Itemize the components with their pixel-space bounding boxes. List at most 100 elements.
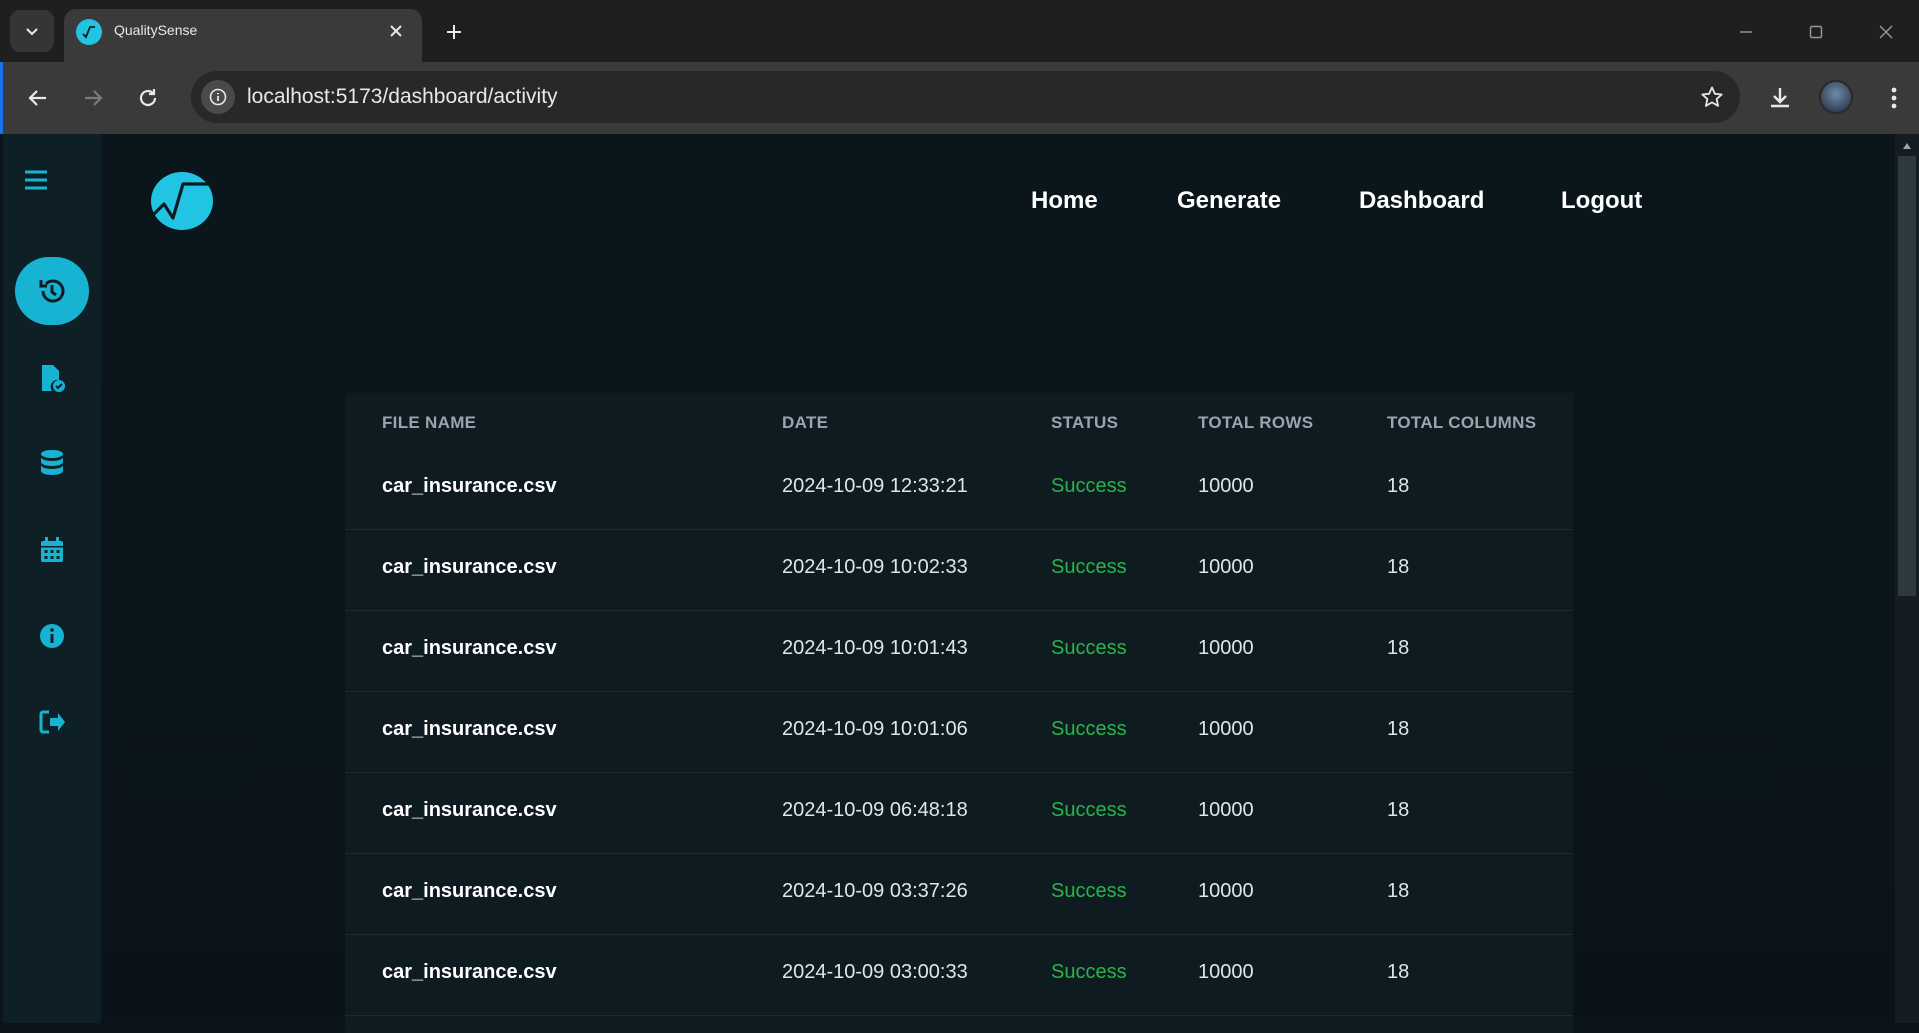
nav-logout-link[interactable]: Logout (1561, 187, 1642, 215)
sidebar-item-logout[interactable] (15, 688, 89, 756)
total-rows-cell: 10000 (1198, 718, 1254, 740)
info-icon (40, 624, 64, 648)
app-logo[interactable] (151, 172, 213, 230)
status-cell: Success (1051, 880, 1127, 902)
activity-table: FILE NAME DATE STATUS TOTAL ROWS TOTAL C… (345, 393, 1573, 1033)
browser-tab[interactable]: QualitySense (64, 9, 422, 62)
table-row[interactable]: car_insurance.csv 2024-10-09 12:33:21 Su… (345, 449, 1573, 530)
file-check-icon (42, 365, 65, 392)
browser-menu-button[interactable] (1874, 78, 1914, 118)
close-icon (1879, 25, 1893, 39)
new-tab-button[interactable] (436, 14, 472, 50)
date-cell: 2024-10-09 03:00:33 (782, 961, 968, 983)
table-row[interactable]: car_insurance.csv 2024-10-09 06:48:18 Su… (345, 773, 1573, 854)
status-cell: Success (1051, 475, 1127, 497)
total-rows-cell: 10000 (1198, 475, 1254, 497)
logo-pulse-icon (152, 182, 209, 220)
total-columns-cell: 18 (1387, 637, 1410, 659)
status-cell: Success (1051, 718, 1127, 740)
total-columns-cell: 18 (1387, 961, 1410, 983)
table-row[interactable]: car_insurance.csv 2024-10-09 10:01:06 Su… (345, 692, 1573, 773)
total-columns-cell: 18 (1387, 880, 1410, 902)
bookmark-star-icon[interactable] (1698, 83, 1726, 111)
total-columns-cell: 18 (1387, 475, 1410, 497)
table-row[interactable]: car_insurance.csv 2024-10-09 03:00:33 Su… (345, 935, 1573, 1016)
file-name-cell: car_insurance.csv (382, 718, 557, 740)
nav-generate-link[interactable]: Generate (1177, 187, 1281, 215)
file-name-cell: car_insurance.csv (382, 880, 557, 902)
minimize-button[interactable] (1724, 14, 1768, 50)
date-cell: 2024-10-09 10:01:06 (782, 718, 968, 740)
browser-tab-bar: QualitySense (0, 0, 1919, 62)
column-header-file-name: FILE NAME (382, 413, 477, 432)
scroll-up-arrow-icon[interactable] (1899, 138, 1915, 154)
minimize-icon (1740, 31, 1752, 33)
file-name-cell: car_insurance.csv (382, 961, 557, 983)
table-row[interactable]: car_insurance.csv 2024-10-09 10:01:43 Su… (345, 611, 1573, 692)
column-header-status: STATUS (1051, 413, 1119, 432)
column-header-date: DATE (782, 413, 829, 432)
tab-title: QualitySense (114, 22, 198, 38)
menu-icon (25, 170, 47, 190)
url-text[interactable]: localhost:5173/dashboard/activity (247, 85, 558, 109)
browser-toolbar: localhost:5173/dashboard/activity (0, 62, 1919, 134)
table-row[interactable]: car_insurance.csv 2024-10-09 10:02:33 Su… (345, 530, 1573, 611)
maximize-button[interactable] (1794, 14, 1838, 50)
nav-dashboard-link[interactable]: Dashboard (1359, 187, 1484, 215)
date-cell: 2024-10-09 10:02:33 (782, 556, 968, 578)
date-cell: 2024-10-09 03:37:26 (782, 880, 968, 902)
forward-button[interactable] (73, 78, 113, 118)
profile-avatar[interactable] (1819, 80, 1853, 114)
calendar-icon (41, 537, 63, 562)
file-name-cell: car_insurance.csv (382, 556, 557, 578)
downloads-button[interactable] (1760, 78, 1800, 118)
scrollbar-thumb[interactable] (1898, 156, 1916, 596)
total-columns-cell: 18 (1387, 556, 1410, 578)
app-favicon-icon (76, 19, 102, 45)
close-window-button[interactable] (1864, 14, 1908, 50)
sidebar-item-calendar[interactable] (15, 516, 89, 584)
status-cell: Success (1051, 799, 1127, 821)
nav-home-link[interactable]: Home (1031, 187, 1098, 215)
date-cell: 2024-10-09 12:33:21 (782, 475, 968, 497)
sidebar-item-file-check[interactable] (15, 344, 89, 412)
site-info-icon[interactable] (201, 80, 235, 114)
menu-toggle-button[interactable] (3, 146, 69, 214)
sidebar-item-history[interactable] (15, 257, 89, 325)
maximize-icon (1809, 25, 1823, 39)
file-name-cell: car_insurance.csv (382, 637, 557, 659)
status-cell: Success (1051, 556, 1127, 578)
reload-icon (139, 89, 157, 107)
plus-icon (447, 25, 461, 39)
status-cell: Success (1051, 637, 1127, 659)
total-rows-cell: 10000 (1198, 799, 1254, 821)
sidebar-item-database[interactable] (15, 430, 89, 498)
table-row[interactable]: car_insurance.csv 2024-10-09 03:37:26 Su… (345, 854, 1573, 935)
total-rows-cell: 10000 (1198, 637, 1254, 659)
column-header-total-rows: TOTAL ROWS (1198, 413, 1314, 432)
total-columns-cell: 18 (1387, 799, 1410, 821)
history-icon (39, 279, 65, 303)
reload-button[interactable] (128, 78, 168, 118)
tab-search-button[interactable] (10, 10, 54, 52)
total-rows-cell: 10000 (1198, 556, 1254, 578)
back-button[interactable] (18, 78, 58, 118)
total-rows-cell: 10000 (1198, 880, 1254, 902)
close-tab-icon[interactable] (384, 19, 408, 43)
address-bar[interactable]: localhost:5173/dashboard/activity (191, 71, 1740, 123)
download-icon (1771, 88, 1789, 108)
database-icon (41, 450, 63, 475)
file-name-cell: car_insurance.csv (382, 799, 557, 821)
status-cell: Success (1051, 961, 1127, 983)
arrow-right-icon (85, 90, 103, 106)
sidebar-item-info[interactable] (15, 602, 89, 670)
arrow-left-icon (28, 90, 46, 106)
column-header-total-columns: TOTAL COLUMNS (1387, 413, 1537, 432)
more-vertical-icon (1891, 87, 1897, 109)
logout-icon (39, 710, 65, 734)
page-scrollbar[interactable] (1895, 134, 1919, 1023)
date-cell: 2024-10-09 10:01:43 (782, 637, 968, 659)
page: Home Generate Dashboard Logout FILE NAME… (0, 134, 1919, 1033)
sidebar (3, 134, 101, 1023)
chevron-down-icon (26, 28, 38, 36)
